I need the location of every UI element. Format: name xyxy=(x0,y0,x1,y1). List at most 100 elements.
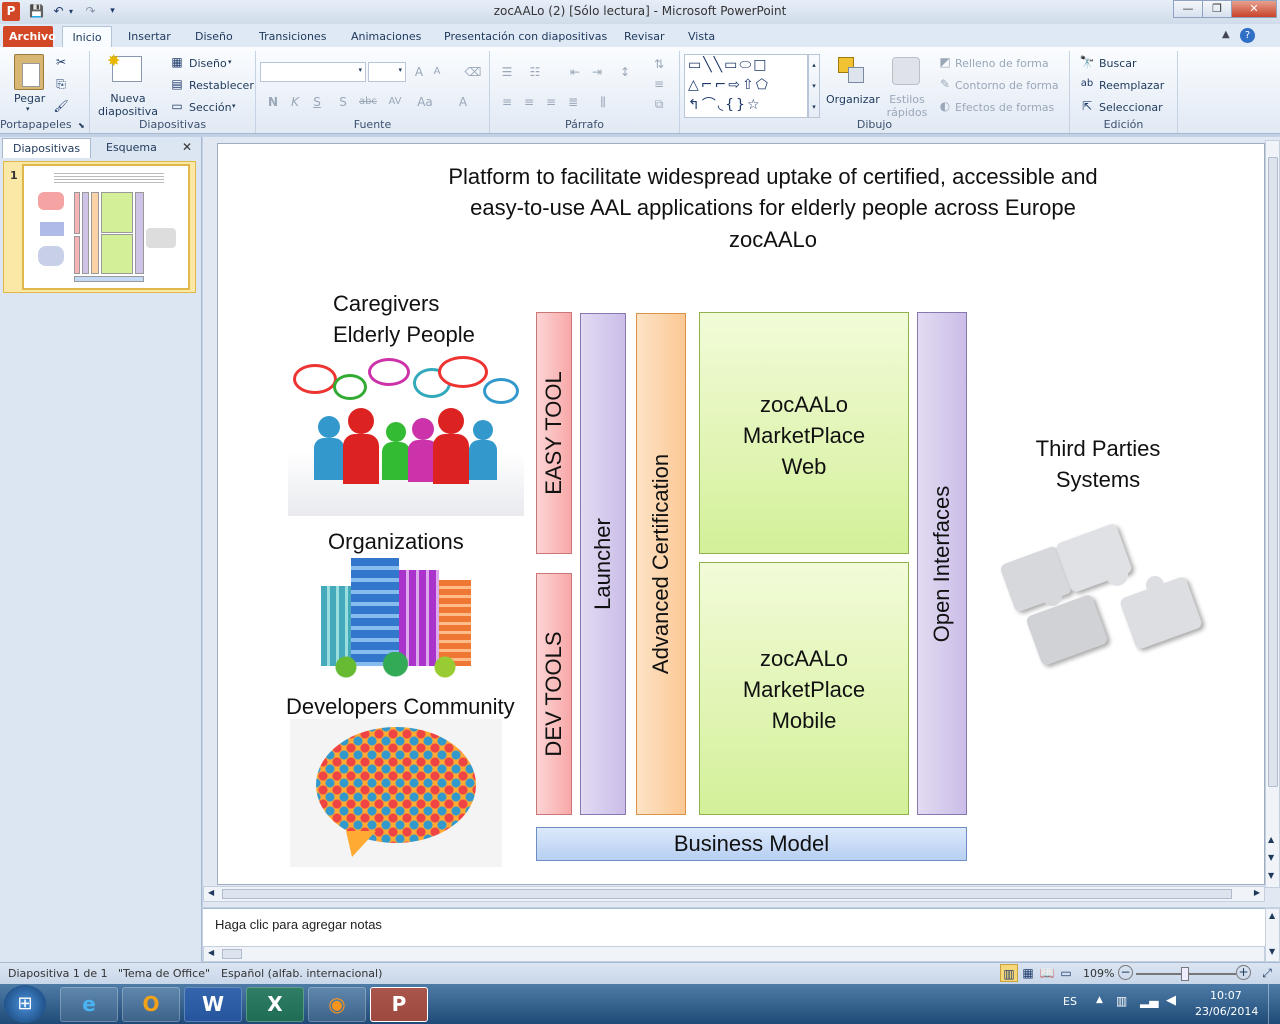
slideshow-view-icon[interactable]: ▭ xyxy=(1057,964,1075,982)
marketplace-mobile-box[interactable]: zocAALo MarketPlace Mobile xyxy=(699,562,909,815)
quick-styles-button[interactable]: Estilos rápidos xyxy=(882,93,932,119)
vertical-scrollbar[interactable]: ▲ ▼ ▼ xyxy=(1265,140,1280,888)
zoom-slider-thumb[interactable] xyxy=(1181,967,1189,981)
paste-button[interactable]: Pegar xyxy=(14,92,45,105)
align-right-icon[interactable]: ≡ xyxy=(542,93,560,111)
cut-icon[interactable]: ✂ xyxy=(52,53,70,71)
tab-vista[interactable]: Vista xyxy=(682,26,721,48)
align-center-icon[interactable]: ≡ xyxy=(520,93,538,111)
new-slide-icon[interactable]: ✸ xyxy=(107,51,142,82)
volume-icon[interactable]: ◀ xyxy=(1166,993,1176,1008)
change-case-button[interactable]: Aa xyxy=(414,93,436,111)
business-model-box[interactable]: Business Model xyxy=(536,827,967,861)
align-left-icon[interactable]: ≡ xyxy=(498,93,516,111)
shape-fill-button[interactable]: Relleno de forma xyxy=(955,57,1049,70)
columns-icon[interactable]: ⫼ xyxy=(594,93,612,111)
arrange-button[interactable]: Organizar xyxy=(826,93,880,106)
section-button[interactable]: Sección xyxy=(189,101,232,114)
italic-button[interactable]: K xyxy=(286,93,304,111)
align-text-icon[interactable]: ≡ xyxy=(650,75,668,93)
minimize-ribbon-icon[interactable]: ▲ xyxy=(1222,29,1230,40)
sorter-view-icon[interactable]: ▦ xyxy=(1019,964,1037,982)
clock-date[interactable]: 23/06/2014 xyxy=(1195,1005,1258,1018)
open-interfaces-box[interactable]: Open Interfaces xyxy=(917,312,967,815)
arrange-icon[interactable] xyxy=(838,57,868,87)
reading-view-icon[interactable]: 📖 xyxy=(1038,964,1056,982)
horizontal-scrollbar[interactable]: ◀ ▶ xyxy=(203,886,1265,902)
easy-tool-box[interactable]: EASY TOOL xyxy=(536,312,572,554)
clock-time[interactable]: 10:07 xyxy=(1210,989,1242,1002)
shadow-button[interactable]: S xyxy=(334,93,352,111)
justify-icon[interactable]: ≣ xyxy=(564,93,582,111)
firefox-taskbar-icon[interactable]: ◉ xyxy=(308,987,366,1022)
marketplace-web-box[interactable]: zocAALo MarketPlace Web xyxy=(699,312,909,554)
normal-view-icon[interactable]: ▥ xyxy=(1000,964,1018,982)
zoom-slider[interactable] xyxy=(1136,967,1236,981)
numbering-icon[interactable]: ☷ xyxy=(526,63,544,81)
shape-effects-button[interactable]: Efectos de formas xyxy=(955,101,1054,114)
section-dropdown-icon[interactable]: ▾ xyxy=(232,102,236,110)
layout-button[interactable]: Diseño xyxy=(189,57,227,70)
quick-styles-icon[interactable] xyxy=(892,57,920,85)
minimize-button[interactable]: — xyxy=(1173,0,1203,18)
bold-button[interactable]: N xyxy=(264,93,282,111)
restore-button[interactable]: ❐ xyxy=(1202,0,1232,18)
smartart-icon[interactable]: ⧉ xyxy=(650,95,668,113)
ie-taskbar-icon[interactable]: e xyxy=(60,987,118,1022)
launcher-box[interactable]: Launcher xyxy=(580,313,626,815)
tab-animaciones[interactable]: Animaciones xyxy=(345,26,427,48)
find-button[interactable]: Buscar xyxy=(1099,57,1137,70)
paste-icon[interactable] xyxy=(14,54,44,90)
close-pane-icon[interactable]: ✕ xyxy=(182,140,192,154)
line-spacing-icon[interactable]: ↕ xyxy=(616,63,634,81)
start-button[interactable]: ⊞ xyxy=(4,985,46,1023)
bullets-icon[interactable]: ☰ xyxy=(498,63,516,81)
shrink-font-icon[interactable]: A xyxy=(428,63,446,81)
tab-diseno[interactable]: Diseño xyxy=(189,26,239,48)
tab-inicio[interactable]: Inicio xyxy=(62,26,112,48)
new-slide-button[interactable]: Nueva diapositiva xyxy=(98,92,158,118)
tray-arrow-icon[interactable]: ▲ xyxy=(1096,995,1103,1005)
font-size-combo[interactable]: ▾ xyxy=(368,62,406,82)
zoom-level[interactable]: 109% xyxy=(1083,967,1114,980)
tab-transiciones[interactable]: Transiciones xyxy=(253,26,332,48)
language-indicator[interactable]: Español (alfab. internacional) xyxy=(221,967,382,980)
outlook-taskbar-icon[interactable]: O xyxy=(122,987,180,1022)
dev-tools-box[interactable]: DEV TOOLS xyxy=(536,573,572,815)
layout-dropdown-icon[interactable]: ▾ xyxy=(228,58,232,66)
strikethrough-button[interactable]: abc xyxy=(356,93,380,111)
close-button[interactable]: ✕ xyxy=(1231,0,1277,18)
theme-name[interactable]: "Tema de Office" xyxy=(118,967,210,980)
font-name-combo[interactable]: ▾ xyxy=(260,62,366,82)
tab-presentacion[interactable]: Presentación con diapositivas xyxy=(438,26,613,48)
shape-outline-button[interactable]: Contorno de forma xyxy=(955,79,1059,92)
increase-indent-icon[interactable]: ⇥ xyxy=(588,63,606,81)
zoom-out-icon[interactable]: − xyxy=(1118,965,1133,980)
tab-revisar[interactable]: Revisar xyxy=(618,26,670,48)
select-button[interactable]: Seleccionar xyxy=(1099,101,1163,114)
copy-icon[interactable]: ⎘ xyxy=(52,75,70,93)
tab-slides-thumbnails[interactable]: Diapositivas xyxy=(2,138,92,158)
grow-font-icon[interactable]: A xyxy=(410,63,428,81)
slide-thumbnail[interactable] xyxy=(22,164,190,290)
help-icon[interactable]: ? xyxy=(1240,28,1255,43)
replace-button[interactable]: Reemplazar xyxy=(1099,79,1164,92)
zoom-in-icon[interactable]: + xyxy=(1236,965,1251,980)
font-color-button[interactable]: A xyxy=(454,93,472,111)
reset-button[interactable]: Restablecer xyxy=(189,79,254,92)
dialog-launcher-icon[interactable]: ⬊ xyxy=(78,121,85,130)
underline-button[interactable]: S xyxy=(308,93,326,111)
network-icon[interactable]: ▥ xyxy=(1116,994,1127,1008)
fit-to-window-icon[interactable]: ⤢ xyxy=(1258,964,1276,982)
tab-outline[interactable]: Esquema xyxy=(96,138,167,158)
notes-horizontal-scrollbar[interactable]: ◀ xyxy=(203,946,1265,962)
text-direction-icon[interactable]: ⇅ xyxy=(650,55,668,73)
notes-pane[interactable]: Haga clic para agregar notas xyxy=(203,908,1280,946)
word-taskbar-icon[interactable]: W xyxy=(184,987,242,1022)
clear-format-icon[interactable]: ⌫ xyxy=(464,63,482,81)
signal-icon[interactable]: ▂▄ xyxy=(1140,994,1158,1008)
format-painter-icon[interactable]: 🖌 xyxy=(52,97,70,115)
paste-dropdown-icon[interactable]: ▾ xyxy=(26,105,30,113)
powerpoint-taskbar-icon[interactable]: P xyxy=(370,987,428,1022)
certification-box[interactable]: Advanced Certification xyxy=(636,313,686,815)
